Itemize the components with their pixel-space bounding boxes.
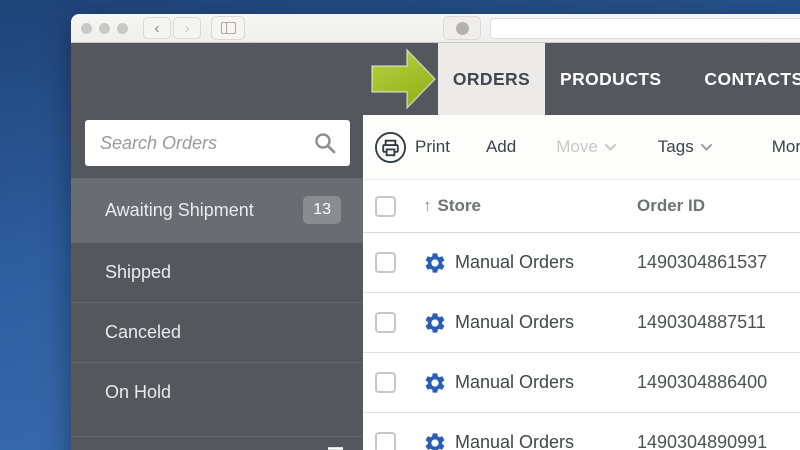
window-control-close[interactable] bbox=[81, 22, 92, 34]
search-orders-box bbox=[85, 120, 350, 166]
tab-label: PRODUCTS bbox=[560, 68, 662, 89]
store-name: Manual Orders bbox=[455, 432, 575, 450]
row-checkbox[interactable] bbox=[375, 372, 396, 393]
order-id: 1490304887511 bbox=[637, 312, 766, 332]
table-row[interactable]: Manual Orders 1490304887511 bbox=[363, 293, 800, 353]
sidebar-item-shipped[interactable]: Shipped bbox=[71, 242, 363, 302]
order-status-list: Awaiting Shipment 13 Shipped Canceled On… bbox=[71, 178, 363, 422]
collapse-sidebar-icon[interactable] bbox=[317, 446, 344, 450]
order-id: 1490304886400 bbox=[637, 372, 768, 392]
order-id: 1490304890991 bbox=[637, 432, 768, 450]
table-row[interactable]: Manual Orders 1490304886400 bbox=[363, 353, 800, 413]
store-name: Manual Orders bbox=[455, 312, 575, 332]
store-name: Manual Orders bbox=[455, 252, 575, 272]
column-label: Order ID bbox=[637, 196, 706, 215]
tags-button[interactable]: Tags bbox=[658, 137, 712, 157]
site-favicon-icon bbox=[455, 21, 469, 35]
orders-sidebar: Awaiting Shipment 13 Shipped Canceled On… bbox=[71, 43, 363, 450]
chevron-down-icon bbox=[604, 143, 616, 151]
app-main: Awaiting Shipment 13 Shipped Canceled On… bbox=[71, 43, 800, 450]
sidebar-footer bbox=[71, 436, 363, 450]
sidebar-item-label: Canceled bbox=[105, 322, 182, 342]
column-header-store[interactable]: ↑ Store bbox=[423, 196, 637, 216]
nav-tabs-bar: ORDERS PRODUCTS CONTACTS bbox=[363, 43, 800, 115]
print-button[interactable]: Print bbox=[374, 131, 450, 164]
highlight-arrow-icon bbox=[369, 46, 439, 112]
tab-products[interactable]: PRODUCTS bbox=[545, 43, 676, 115]
store-name: Manual Orders bbox=[455, 372, 575, 392]
forward-button[interactable]: › bbox=[173, 17, 201, 39]
order-id: 1490304861537 bbox=[637, 252, 768, 272]
tab-contacts[interactable]: CONTACTS bbox=[689, 43, 800, 115]
address-bar[interactable] bbox=[490, 17, 800, 39]
row-checkbox[interactable] bbox=[375, 432, 396, 450]
orders-content: ORDERS PRODUCTS CONTACTS Print Add Move … bbox=[363, 43, 800, 450]
column-label: Store bbox=[437, 196, 481, 215]
search-orders-input[interactable] bbox=[98, 131, 313, 155]
row-checkbox[interactable] bbox=[375, 252, 396, 273]
window-control-minimize[interactable] bbox=[99, 22, 110, 34]
orders-toolbar: Print Add Move Tags Mor bbox=[363, 115, 800, 180]
sort-ascending-icon: ↑ bbox=[423, 196, 432, 215]
sidebar-item-canceled[interactable]: Canceled bbox=[71, 302, 363, 362]
awaiting-count-badge: 13 bbox=[303, 196, 341, 224]
sidebar-panel-icon bbox=[220, 22, 236, 34]
manual-order-gear-icon bbox=[425, 252, 445, 273]
table-row[interactable]: Manual Orders 1490304861537 bbox=[363, 233, 800, 293]
manual-order-gear-icon bbox=[425, 312, 445, 333]
browser-window: ‹ › Search Orders Awaiting Shipment 13 S… bbox=[71, 14, 800, 450]
tab-orders[interactable]: ORDERS bbox=[438, 43, 545, 115]
back-icon: ‹ bbox=[154, 19, 160, 37]
window-control-zoom[interactable] bbox=[117, 22, 128, 34]
add-button[interactable]: Add bbox=[486, 137, 516, 157]
row-checkbox[interactable] bbox=[375, 312, 396, 333]
orders-table-body: Manual Orders 1490304861537 Manual Order… bbox=[363, 233, 800, 450]
sidebar-item-awaiting-shipment[interactable]: Awaiting Shipment 13 bbox=[71, 178, 363, 242]
sidebar-item-label: Awaiting Shipment bbox=[105, 199, 254, 220]
sidebar-item-label: Shipped bbox=[105, 262, 172, 282]
tab-label: ORDERS bbox=[452, 68, 531, 89]
forward-icon: › bbox=[184, 19, 190, 37]
back-button[interactable]: ‹ bbox=[143, 17, 171, 39]
sidebar-item-label: On Hold bbox=[105, 382, 172, 402]
move-button[interactable]: Move bbox=[556, 137, 616, 157]
chevron-down-icon bbox=[700, 143, 712, 151]
add-label: Add bbox=[485, 137, 517, 156]
tags-label: Tags bbox=[657, 137, 694, 156]
orders-table-header: ↑ Store Order ID bbox=[363, 180, 800, 233]
more-button[interactable]: More bbox=[772, 137, 800, 157]
history-nav-group: ‹ › bbox=[143, 17, 201, 39]
print-icon bbox=[375, 131, 406, 163]
search-icon bbox=[315, 133, 336, 154]
screen: ‹ › Search Orders Awaiting Shipment 13 S… bbox=[0, 0, 800, 450]
sidebar-item-on-hold[interactable]: On Hold bbox=[71, 362, 363, 422]
favicon-chip[interactable] bbox=[443, 16, 481, 40]
tab-label: CONTACTS bbox=[704, 68, 800, 89]
manual-order-gear-icon bbox=[425, 372, 445, 393]
browser-chrome: ‹ › bbox=[71, 14, 800, 43]
move-label: Move bbox=[556, 137, 598, 156]
more-label: More bbox=[771, 137, 800, 156]
column-header-order-id[interactable]: Order ID bbox=[637, 196, 800, 216]
sidebar-toggle-button[interactable] bbox=[211, 16, 245, 40]
table-row[interactable]: Manual Orders 1490304890991 bbox=[363, 413, 800, 450]
print-label: Print bbox=[415, 137, 450, 156]
manual-order-gear-icon bbox=[425, 432, 445, 450]
select-all-checkbox[interactable] bbox=[375, 195, 396, 217]
